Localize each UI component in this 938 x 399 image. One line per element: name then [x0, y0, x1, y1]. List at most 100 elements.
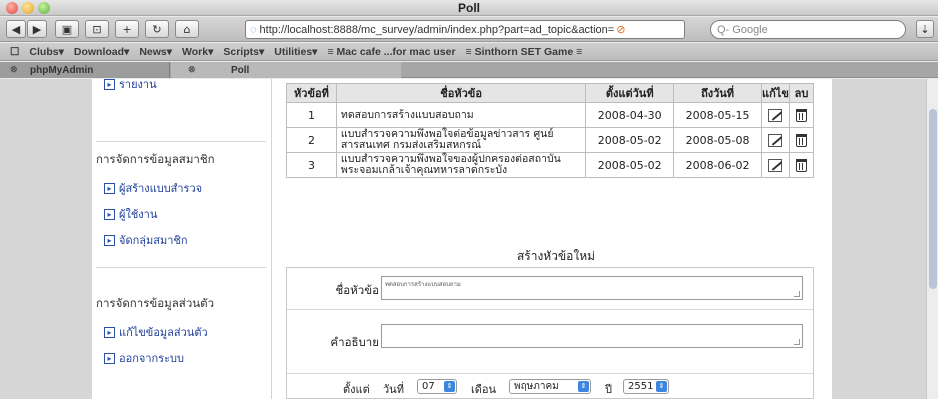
row-title: แบบสำรวจความพึงพอใจของผู้ปกครองต่อสถาบัน… [335, 152, 587, 178]
tab-label: Poll [231, 64, 250, 76]
bookmarks-bar: ☐ Clubs▾ Download▾ News▾ Work▾ Scripts▾ … [0, 43, 938, 61]
extension-button[interactable]: ⇣ [916, 20, 934, 38]
plus-icon: + [122, 22, 132, 36]
row-title: แบบสำรวจความพึงพอใจต่อข้อมูลข่าวสาร ศูนย… [335, 127, 587, 153]
edit-cell [760, 102, 790, 128]
month-select[interactable]: พฤษภาคม ⇕ [509, 379, 591, 394]
col-header-title: ชื่อหัวข้อ [335, 83, 587, 103]
stop-loading-icon[interactable]: ⊘ [616, 23, 625, 36]
select-arrows-icon: ⇕ [656, 381, 667, 392]
sidebar-divider [96, 267, 266, 268]
site-icon: ◌ [250, 23, 257, 36]
trash-icon[interactable] [795, 133, 807, 147]
year-select[interactable]: 2551 ⇕ [623, 379, 669, 394]
link-arrow-icon: ▸ [104, 352, 115, 364]
bookmark-scripts[interactable]: Scripts▾ [223, 46, 264, 58]
sidebar-item-logout[interactable]: ▸ ออกจากระบบ [104, 349, 184, 367]
start-date-label: ตั้งแต่ [343, 383, 370, 396]
close-tab-icon[interactable]: ⊗ [10, 64, 18, 75]
bookmark-button[interactable]: ⊡ [85, 20, 109, 38]
row-to-date: 2008-05-15 [673, 102, 762, 128]
sidebar-item-report[interactable]: ▸ รายงาน [104, 79, 157, 93]
bookmark-download[interactable]: Download▾ [74, 46, 129, 58]
topics-table: หัวข้อที่ ชื่อหัวข้อ ตั้งแต่วันที่ ถึงวั… [286, 83, 815, 178]
bookmarks-menu-icon[interactable]: ☐ [10, 46, 19, 58]
sidebar-item-member-groups[interactable]: ▸ จัดกลุ่มสมาชิก [104, 231, 188, 249]
edit-cell [760, 152, 790, 178]
resize-grip-icon[interactable] [794, 291, 800, 297]
topic-name-row: ชื่อหัวข้อ ทดสอบการสร้างแบบสอบถาม [287, 268, 813, 310]
sidebar-section-members: การจัดการข้อมูลสมาชิก [96, 152, 215, 166]
tab-label: phpMyAdmin [30, 64, 94, 76]
topic-name-label: ชื่อหัวข้อ [335, 283, 379, 297]
month-label: เดือน [471, 383, 497, 396]
edit-icon[interactable] [768, 158, 783, 172]
download-icon: ⇣ [920, 22, 930, 36]
reload-button[interactable]: ↻ [145, 20, 169, 38]
row-from-date: 2008-05-02 [585, 152, 675, 178]
url-text: http://localhost:8888/mc_survey/admin/in… [259, 23, 615, 36]
row-title: ทดสอบการสร้างแบบสอบถาม [335, 102, 587, 128]
table-row: 2 แบบสำรวจความพึงพอใจต่อข้อมูลข่าวสาร ศู… [286, 127, 815, 153]
col-header-edit: แก้ไข [760, 83, 790, 103]
year-label: ปี [605, 383, 612, 396]
window-title: Poll [457, 1, 480, 15]
table-header-row: หัวข้อที่ ชื่อหัวข้อ ตั้งแต่วันที่ ถึงวั… [286, 83, 815, 103]
edit-icon[interactable] [768, 108, 783, 122]
bookmark-news[interactable]: News▾ [139, 46, 172, 58]
table-row: 3 แบบสำรวจความพึงพอใจของผู้ปกครองต่อสถาบ… [286, 152, 815, 178]
sidebar-item-users[interactable]: ▸ ผู้ใช้งาน [104, 205, 157, 223]
tab-bar: ⊗ phpMyAdmin ⊗ Poll [0, 62, 938, 78]
vertical-scrollbar[interactable] [926, 79, 938, 399]
url-bar[interactable]: ◌ http://localhost:8888/mc_survey/admin/… [245, 20, 685, 39]
new-tab-button[interactable]: + [115, 20, 139, 38]
start-date-row: ตั้งแต่ วันที่ 07 ⇕ เดือน พฤษภาคม ⇕ ปี 2… [287, 376, 813, 398]
tab-poll[interactable]: ⊗ Poll [171, 62, 401, 78]
resize-grip-icon[interactable] [794, 339, 800, 345]
new-topic-heading: สร้างหัวข้อใหม่ [516, 249, 596, 263]
tab-phpmyadmin[interactable]: ⊗ phpMyAdmin [0, 62, 170, 78]
back-arrow-icon: ◀ [11, 22, 21, 36]
admin-sidebar: ▸ รายงาน การจัดการข้อมูลสมาชิก ▸ ผู้สร้า… [92, 79, 272, 399]
table-row: 1 ทดสอบการสร้างแบบสอบถาม 2008-04-30 2008… [286, 102, 815, 128]
bookmark-mac-cafe[interactable]: ≡ Mac cafe ...for mac user [327, 46, 455, 58]
back-button[interactable]: ◀ [6, 20, 26, 38]
edit-icon[interactable] [768, 133, 783, 147]
delete-cell [788, 102, 815, 128]
description-textarea[interactable] [381, 324, 803, 348]
day-select[interactable]: 07 ⇕ [417, 379, 457, 394]
home-button[interactable]: ⌂ [175, 20, 199, 38]
search-field[interactable]: Q- Google [710, 20, 906, 39]
day-label: วันที่ [383, 383, 404, 396]
bookmark-icon: ⊡ [92, 22, 102, 36]
row-from-date: 2008-05-02 [585, 127, 675, 153]
page-viewport: ▸ รายงาน การจัดการข้อมูลสมาชิก ▸ ผู้สร้า… [0, 79, 938, 399]
col-header-number: หัวข้อที่ [286, 83, 337, 103]
page-body: ▸ รายงาน การจัดการข้อมูลสมาชิก ▸ ผู้สร้า… [92, 79, 832, 399]
printer-icon: ▣ [61, 22, 73, 36]
sidebar-item-edit-profile[interactable]: ▸ แก้ไขข้อมูลส่วนตัว [104, 323, 208, 341]
sidebar-divider [96, 141, 266, 142]
delete-cell [788, 127, 815, 153]
search-placeholder: Q- Google [717, 23, 768, 36]
col-header-from: ตั้งแต่วันที่ [585, 83, 675, 103]
row-number: 2 [286, 127, 337, 153]
bookmark-clubs[interactable]: Clubs▾ [29, 46, 63, 58]
link-arrow-icon: ▸ [104, 79, 115, 90]
bookmark-work[interactable]: Work▾ [182, 46, 213, 58]
print-button[interactable]: ▣ [55, 20, 79, 38]
row-to-date: 2008-05-08 [673, 127, 762, 153]
window-titlebar: Poll [0, 0, 938, 16]
sidebar-item-survey-creators[interactable]: ▸ ผู้สร้างแบบสำรวจ [104, 179, 202, 197]
edit-cell [760, 127, 790, 153]
trash-icon[interactable] [795, 108, 807, 122]
bookmark-utilities[interactable]: Utilities▾ [274, 46, 317, 58]
topic-name-input[interactable]: ทดสอบการสร้างแบบสอบถาม [381, 276, 803, 300]
forward-button[interactable]: ▶ [27, 20, 47, 38]
bookmark-sinthorn[interactable]: ≡ Sinthorn SET Game ≡ [466, 46, 583, 58]
description-row: คำอธิบาย [287, 310, 813, 374]
close-tab-icon[interactable]: ⊗ [188, 64, 196, 75]
link-arrow-icon: ▸ [104, 208, 115, 220]
trash-icon[interactable] [795, 158, 807, 172]
scrollbar-thumb[interactable] [929, 109, 937, 289]
